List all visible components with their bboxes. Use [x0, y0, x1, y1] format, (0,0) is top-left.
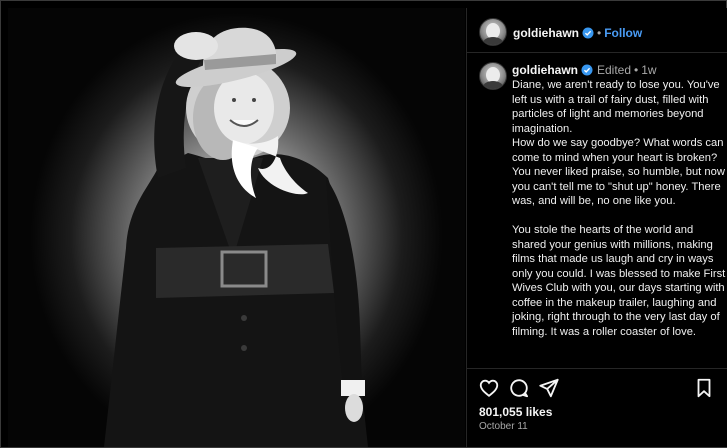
- action-bar: 801,055 likes October 11: [467, 368, 727, 448]
- avatar[interactable]: [479, 18, 507, 46]
- post-modal: goldiehawn • Follow goldiehawn Edited • 1w Di…: [0, 0, 727, 448]
- avatar[interactable]: [479, 62, 507, 90]
- post-side-panel: goldiehawn • Follow goldiehawn Edited • 1w Di…: [466, 8, 727, 447]
- separator-dot: •: [597, 26, 602, 40]
- verified-badge-icon: [582, 27, 594, 39]
- caption-username[interactable]: goldiehawn: [512, 63, 578, 77]
- separator-dot: •: [634, 63, 639, 77]
- share-icon[interactable]: [538, 377, 560, 399]
- header-user-row: goldiehawn • Follow: [513, 24, 642, 42]
- heart-icon[interactable]: [478, 377, 500, 399]
- username[interactable]: goldiehawn: [513, 26, 579, 40]
- caption-text: Diane, we aren't ready to lose you. You'…: [512, 79, 726, 338]
- post-photo[interactable]: [8, 8, 465, 447]
- edited-label: Edited: [597, 63, 632, 77]
- post-age[interactable]: 1w: [641, 63, 656, 77]
- likes-count[interactable]: 801,055 likes: [479, 405, 552, 419]
- caption-block: goldiehawn Edited • 1w Diane, we aren't rea…: [479, 62, 725, 362]
- woman-in-hat-photo: [104, 27, 368, 447]
- verified-badge-icon: [581, 64, 593, 76]
- post-header: goldiehawn • Follow: [467, 8, 727, 53]
- post-date[interactable]: October 11: [479, 421, 528, 432]
- caption-header: goldiehawn Edited • 1w: [512, 63, 657, 77]
- follow-button[interactable]: Follow: [604, 26, 642, 40]
- comment-icon[interactable]: [508, 377, 530, 399]
- bookmark-icon[interactable]: [693, 377, 715, 399]
